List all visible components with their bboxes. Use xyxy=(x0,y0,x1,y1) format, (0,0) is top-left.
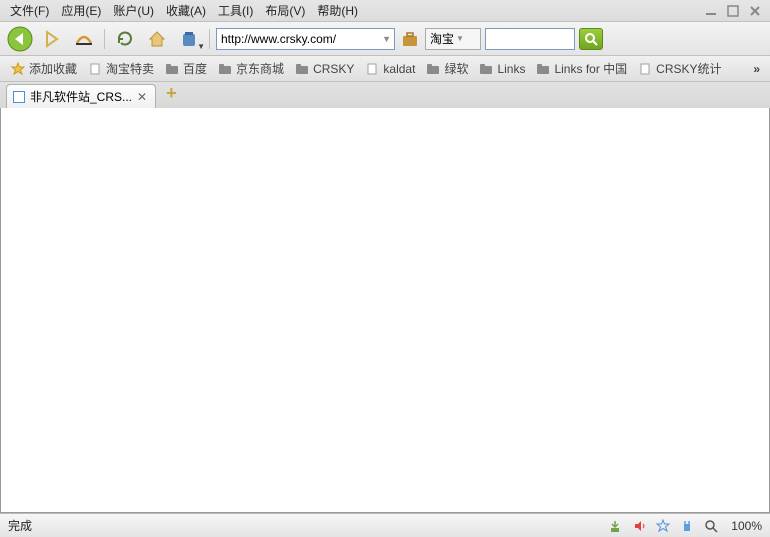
bookmark-kaldat[interactable]: kaldat xyxy=(360,59,419,79)
back-button[interactable] xyxy=(6,25,34,53)
bookmark-add-favorite[interactable]: 添加收藏 xyxy=(6,58,81,79)
page-icon xyxy=(364,61,380,77)
sound-icon[interactable] xyxy=(631,518,647,534)
tab-title: 非凡软件站_CRS... xyxy=(30,88,132,105)
history-button[interactable]: ▼ xyxy=(175,25,203,53)
tab-favicon xyxy=(13,91,25,103)
bookmark-baidu[interactable]: 百度 xyxy=(160,58,211,79)
plugin-icon[interactable] xyxy=(679,518,695,534)
bookmark-links-cn[interactable]: Links for 中国 xyxy=(531,58,631,79)
minimize-button[interactable] xyxy=(702,3,720,19)
folder-icon xyxy=(294,61,310,77)
url-input[interactable] xyxy=(216,28,395,50)
stop-button[interactable] xyxy=(70,25,98,53)
menu-file[interactable]: 文件(F) xyxy=(4,0,55,21)
tab-close-icon[interactable]: ✕ xyxy=(137,90,147,104)
bookmark-label: 添加收藏 xyxy=(29,60,77,77)
bookmark-label: 绿软 xyxy=(444,60,468,77)
star-icon xyxy=(10,61,26,77)
toolbar: ▼ ▼ 淘宝 ▼ xyxy=(0,22,770,56)
search-go-button[interactable] xyxy=(579,28,603,50)
home-button[interactable] xyxy=(143,25,171,53)
divider xyxy=(104,29,105,49)
bookmark-crsky-stats[interactable]: CRSKY统计 xyxy=(633,58,725,79)
folder-icon xyxy=(425,61,441,77)
window-controls xyxy=(702,3,766,19)
search-engine-select[interactable]: 淘宝 ▼ xyxy=(425,28,481,50)
url-bar: ▼ xyxy=(216,28,395,50)
refresh-button[interactable] xyxy=(111,25,139,53)
bookmark-links[interactable]: Links xyxy=(474,59,529,79)
bookmark-label: 京东商城 xyxy=(236,60,284,77)
bookmark-greensoft[interactable]: 绿软 xyxy=(421,58,472,79)
star-status-icon[interactable] xyxy=(655,518,671,534)
menu-app[interactable]: 应用(E) xyxy=(55,0,107,21)
bookmark-label: 淘宝特卖 xyxy=(106,60,154,77)
bookmark-jd[interactable]: 京东商城 xyxy=(213,58,288,79)
bookmark-label: CRSKY xyxy=(313,62,354,76)
bookmark-crsky[interactable]: CRSKY xyxy=(290,59,358,79)
bookmark-label: 百度 xyxy=(183,60,207,77)
menu-layout[interactable]: 布局(V) xyxy=(259,0,311,21)
menubar: 文件(F) 应用(E) 账户(U) 收藏(A) 工具(I) 布局(V) 帮助(H… xyxy=(0,0,770,22)
search-engine-label: 淘宝 xyxy=(430,30,454,47)
bookmark-taobao[interactable]: 淘宝特卖 xyxy=(83,58,158,79)
menu-favorites[interactable]: 收藏(A) xyxy=(160,0,212,21)
tabbar: 非凡软件站_CRS... ✕ + xyxy=(0,82,770,108)
search-input[interactable] xyxy=(485,28,575,50)
bookmarks-overflow[interactable]: » xyxy=(749,62,764,76)
forward-button[interactable] xyxy=(38,25,66,53)
page-icon xyxy=(87,61,103,77)
tab-active[interactable]: 非凡软件站_CRS... ✕ xyxy=(6,84,156,108)
bookmark-label: kaldat xyxy=(383,62,415,76)
bookmark-label: Links xyxy=(497,62,525,76)
new-tab-button[interactable]: + xyxy=(156,79,187,108)
download-icon[interactable] xyxy=(607,518,623,534)
statusbar: 完成 100% xyxy=(0,513,770,537)
zoom-icon[interactable] xyxy=(703,518,719,534)
menu-tools[interactable]: 工具(I) xyxy=(212,0,259,21)
zoom-level[interactable]: 100% xyxy=(731,519,762,533)
briefcase-icon[interactable] xyxy=(399,25,421,53)
divider xyxy=(209,29,210,49)
folder-icon xyxy=(217,61,233,77)
bookmark-label: CRSKY统计 xyxy=(656,60,721,77)
close-button[interactable] xyxy=(746,3,764,19)
folder-icon xyxy=(535,61,551,77)
page-icon xyxy=(637,61,653,77)
bookmarks-bar: 添加收藏 淘宝特卖 百度 京东商城 CRSKY kaldat 绿软 Links … xyxy=(0,56,770,82)
menu-help[interactable]: 帮助(H) xyxy=(311,0,364,21)
maximize-button[interactable] xyxy=(724,3,742,19)
menu-account[interactable]: 账户(U) xyxy=(107,0,160,21)
folder-icon xyxy=(478,61,494,77)
bookmark-label: Links for 中国 xyxy=(554,60,627,77)
webpage-content[interactable] xyxy=(0,108,770,513)
status-text: 完成 xyxy=(8,517,599,534)
url-dropdown-icon[interactable]: ▼ xyxy=(382,34,391,44)
folder-icon xyxy=(164,61,180,77)
